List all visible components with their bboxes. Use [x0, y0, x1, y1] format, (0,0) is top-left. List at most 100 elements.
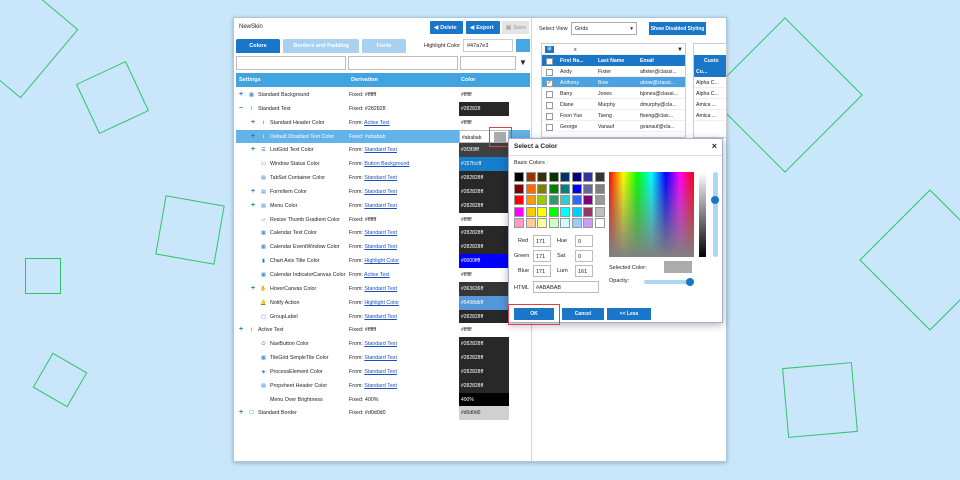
derivation-link[interactable]: Standard Text	[364, 147, 397, 153]
basic-color-swatch[interactable]	[537, 218, 547, 228]
basic-color-swatch[interactable]	[560, 172, 570, 182]
table-row[interactable]: + Ⅰ Active Text Fixed: #ffffff #ffffff	[236, 323, 530, 338]
grid-column-header[interactable]: First Na...	[560, 58, 584, 64]
expand-icon[interactable]: +	[251, 146, 257, 153]
basic-color-swatch[interactable]	[571, 195, 582, 205]
derivation-link[interactable]: Standard Text	[364, 230, 397, 236]
color-picker-swatch[interactable]	[494, 131, 506, 144]
expand-icon[interactable]: +	[239, 91, 245, 98]
color-value-cell[interactable]: #ffffff	[459, 267, 509, 282]
grid2-row[interactable]: Amica ...	[694, 110, 726, 121]
derivation-link[interactable]: Standard Text	[364, 175, 397, 181]
header-color[interactable]: Color	[461, 77, 475, 83]
basic-color-swatch[interactable]	[560, 195, 570, 205]
grid-row[interactable]: George Vanauf gvanauf@cla...	[542, 121, 685, 132]
grid-row[interactable]: Andy Fixter afixter@classi...	[542, 66, 685, 77]
table-row[interactable]: ▭ Window Status Color From: Button Backgro…	[236, 157, 530, 172]
basic-color-swatch[interactable]	[583, 172, 593, 182]
basic-color-swatch[interactable]	[560, 206, 570, 217]
ok-button[interactable]: OK	[514, 308, 554, 320]
filter-color[interactable]	[460, 56, 516, 70]
color-value-cell[interactable]: #282828ff	[459, 240, 509, 255]
basic-color-swatch[interactable]	[514, 218, 524, 228]
filter-settings[interactable]	[236, 56, 346, 70]
table-row[interactable]: − Ⅰ Standard Text Fixed: #282828 #282828	[236, 101, 530, 116]
color-value-cell[interactable]: #ffffff	[459, 323, 509, 338]
basic-color-swatch[interactable]	[571, 172, 582, 182]
basic-color-swatch[interactable]	[583, 218, 593, 228]
derivation-link[interactable]: Standard Text	[364, 369, 397, 375]
derivation-link[interactable]: Button Background	[364, 161, 409, 167]
table-row[interactable]: + ☰ ListGrid Text Color From: Standard Text…	[236, 143, 530, 158]
expand-icon[interactable]: +	[251, 119, 257, 126]
color-value-cell[interactable]: #282828ff	[459, 351, 509, 365]
basic-color-swatch[interactable]	[514, 172, 524, 182]
table-row[interactable]: Menu Over Brightness Fixed: 400% 400%	[236, 392, 530, 407]
grid-filter-input[interactable]: x	[574, 47, 577, 53]
grid-row[interactable]: Foon Yue Tseng ftseng@clas...	[542, 110, 685, 121]
expand-icon[interactable]: +	[239, 326, 245, 333]
table-row[interactable]: ▱ Resize Thumb Gradient Color Fixed: #ffff…	[236, 212, 530, 227]
basic-color-swatch[interactable]	[525, 206, 536, 217]
highlight-color-input[interactable]: #47a7e3	[463, 39, 513, 52]
derivation-link[interactable]: Standard Text	[364, 383, 397, 389]
less-button[interactable]: << Less	[607, 308, 651, 320]
table-row[interactable]: + ✋ HoverCanvas Color From: Standard Text #3…	[236, 281, 530, 296]
close-icon[interactable]: ×	[712, 141, 717, 151]
derivation-link[interactable]: Standard Text	[364, 314, 397, 320]
expand-icon[interactable]: +	[251, 133, 257, 140]
table-row[interactable]: + ▦ Standard Background Fixed: #ffffff #ffff…	[236, 88, 530, 102]
basic-color-swatch[interactable]	[548, 183, 559, 194]
delete-button[interactable]: ◀ Delete	[430, 21, 463, 34]
select-all-checkbox[interactable]	[546, 58, 553, 65]
basic-color-swatch[interactable]	[571, 206, 582, 217]
table-row[interactable]: ⏻ NavButton Color From: Standard Text #2828…	[236, 337, 530, 352]
color-value-cell[interactable]: 400%	[459, 392, 509, 407]
opacity-vertical-bar[interactable]	[713, 172, 718, 257]
basic-color-swatch[interactable]	[583, 206, 593, 217]
color-value-cell[interactable]: #157fccff	[459, 157, 509, 172]
expand-icon[interactable]: +	[251, 285, 257, 292]
table-row[interactable]: ▦ Calendar EventWindow Color From: Standar…	[236, 240, 530, 255]
derivation-link[interactable]: Standard Text	[364, 203, 397, 209]
derivation-link[interactable]: Standard Text	[364, 355, 397, 361]
grid2-column-header[interactable]: Custo	[704, 58, 719, 64]
filter-icon[interactable]: ▼	[519, 58, 527, 67]
color-value-cell[interactable]: #ababab	[459, 129, 509, 144]
table-row[interactable]: ◈ ProcessElement Color From: Standard Text…	[236, 364, 530, 379]
grid-row[interactable]: Barry Jones bjones@classi...	[542, 88, 685, 99]
grid2-row[interactable]: Alpha C...	[694, 77, 726, 88]
table-row[interactable]: + Ⅰ Standard Header Color From: Active Text…	[236, 115, 530, 130]
tab-fonts[interactable]: Fonts	[362, 39, 406, 53]
basic-color-swatch[interactable]	[525, 183, 536, 194]
derivation-link[interactable]: Highlight Color	[364, 258, 399, 264]
table-row[interactable]: 🔔 Notify Action From: Highlight Color #5498…	[236, 295, 530, 310]
basic-color-swatch[interactable]	[560, 218, 570, 228]
luminosity-bar[interactable]	[699, 172, 706, 257]
color-value-cell[interactable]: #282828ff	[459, 378, 509, 393]
derivation-link[interactable]: Highlight Color	[364, 300, 399, 306]
grid-column-header[interactable]: Email	[640, 58, 654, 64]
basic-color-swatch[interactable]	[583, 183, 593, 194]
color-value-cell[interactable]: #282828ff	[459, 171, 509, 185]
row-checkbox[interactable]	[546, 91, 553, 98]
grid-column-header[interactable]: Last Name	[598, 58, 624, 64]
grid-row[interactable]: Diane Murphy dmurphy@cla...	[542, 99, 685, 110]
table-row[interactable]: + ☐ Standard Border Fixed: #d0d0d0 #d0d0d0	[236, 406, 530, 421]
color-value-cell[interactable]: #282828ff	[459, 184, 509, 199]
basic-color-swatch[interactable]	[514, 183, 524, 194]
add-icon[interactable]: ⊞	[545, 46, 554, 53]
html-input[interactable]: #ABABAB	[533, 281, 599, 293]
grid-row[interactable]: ✓ Anthony Bow abow@classi...	[542, 77, 685, 88]
color-value-cell[interactable]: #ffffff	[459, 115, 509, 130]
basic-color-swatch[interactable]	[571, 183, 582, 194]
table-row[interactable]: + ▤ FormItem Color From: Standard Text #2828…	[236, 184, 530, 199]
basic-color-swatch[interactable]	[514, 206, 524, 217]
table-row[interactable]: + ▤ Menu Color From: Standard Text #282828ff	[236, 198, 530, 213]
tab-colors[interactable]: Colors	[236, 39, 280, 53]
color-value-cell[interactable]: #282828ff	[459, 198, 509, 213]
luminosity-knob[interactable]	[711, 196, 719, 204]
row-checkbox[interactable]	[546, 113, 553, 120]
color-value-cell[interactable]: #ffffff	[459, 212, 509, 227]
basic-color-swatch[interactable]	[594, 206, 605, 217]
